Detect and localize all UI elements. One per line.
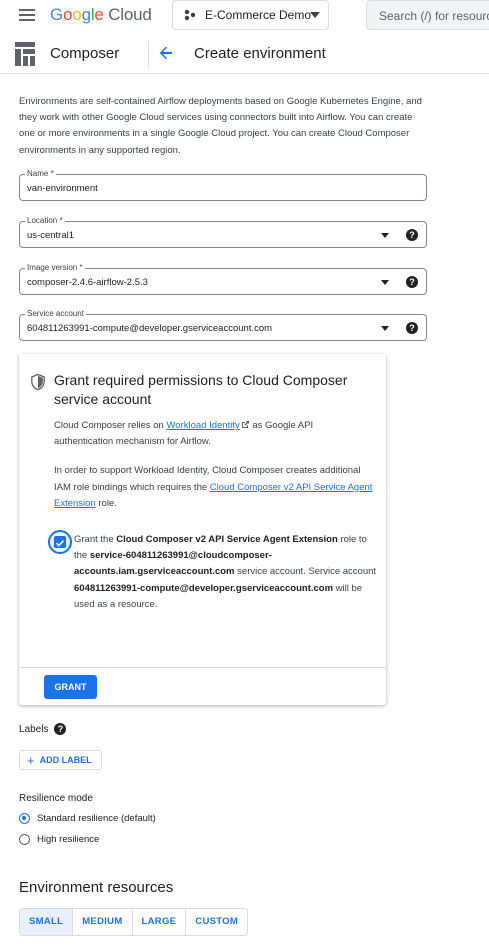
project-name: E-Commerce Demo [205,8,312,22]
resilience-heading: Resilience mode [19,793,93,804]
high-resilience-label[interactable]: High resilience [37,834,99,845]
location-select[interactable]: Location * us-central1 ? [19,216,427,248]
grant-button[interactable]: GRANT [44,675,97,699]
add-label-button[interactable]: + ADD LABEL [19,750,102,770]
service-account-select[interactable]: Service account 604811263991-compute@dev… [19,309,427,341]
external-link-icon [241,421,249,428]
size-large-button[interactable]: LARGE [133,909,187,935]
back-arrow-icon[interactable] [157,44,175,62]
name-label: Name * [25,169,56,179]
project-picker[interactable]: E-Commerce Demo [172,0,329,30]
image-version-value: composer-2.4.6-airflow-2.5.3 [27,277,148,288]
labels-heading: Labels ? [19,723,67,735]
service-account-value: 604811263991-compute@developer.gservicea… [27,323,273,334]
chevron-down-icon [310,12,320,18]
logo-google: Google [50,5,104,24]
dropdown-arrow-icon [381,280,389,285]
card-paragraph-2: In order to support Workload Identity, C… [54,463,374,513]
service-account-label: Service account [25,309,86,319]
help-icon[interactable]: ? [54,723,67,735]
search-input[interactable]: Search (/) for resources [366,0,489,30]
page-title: Create environment [194,45,326,62]
chk-text-1: Grant the [74,534,117,545]
grant-checkbox-label: Grant the Cloud Composer v2 API Service … [74,532,379,613]
help-icon[interactable]: ? [406,322,418,334]
top-bar: Google Cloud E-Commerce Demo Search (/) … [0,0,489,32]
location-label: Location * [25,216,65,226]
size-custom-button[interactable]: CUSTOM [186,909,247,935]
radio-high-resilience[interactable] [19,834,30,845]
check-icon [55,540,65,547]
shield-icon [31,374,45,390]
permissions-card: Grant required permissions to Cloud Comp… [19,354,386,705]
name-value: van-environment [27,183,98,194]
add-label-text: ADD LABEL [39,755,92,765]
radio-standard-resilience[interactable] [19,813,30,824]
name-field[interactable]: Name * van-environment [19,169,427,201]
logo-cloud: Cloud [108,5,152,24]
image-version-label: Image version * [25,263,85,273]
size-small-button[interactable]: SMALL [20,909,74,935]
header-divider [148,41,149,67]
composer-logo-icon [15,42,35,66]
help-icon[interactable]: ? [406,229,418,241]
google-cloud-logo[interactable]: Google Cloud [50,5,152,25]
resources-size-toggle: SMALL MEDIUM LARGE CUSTOM [19,908,249,936]
intro-text: Environments are self-contained Airflow … [19,96,422,156]
image-version-select[interactable]: Image version * composer-2.4.6-airflow-2… [19,263,427,295]
dropdown-arrow-icon [381,326,389,331]
project-icon [184,9,196,21]
location-value: us-central1 [27,230,74,241]
menu-icon[interactable] [19,9,35,21]
labels-title: Labels [19,723,49,735]
workload-identity-link[interactable]: Workload Identity [166,420,239,431]
size-medium-button[interactable]: MEDIUM [73,909,133,935]
dropdown-arrow-icon [381,233,389,238]
product-name: Composer [50,45,120,62]
plus-icon: + [27,752,35,768]
p2-text-after: role. [95,498,117,509]
p1-text: Cloud Composer relies on [54,420,167,431]
page-header: Composer Create environment [0,33,489,74]
chk-compute-account: 604811263991-compute@developer.gservicea… [74,582,334,594]
environment-resources-heading: Environment resources [19,879,174,896]
card-paragraph-1: Cloud Composer relies on Workload Identi… [54,418,374,450]
chk-text-5: service account. Service account [234,566,377,578]
card-divider [19,667,386,668]
chk-role: Cloud Composer v2 API Service Agent Exte… [116,534,338,545]
standard-resilience-label[interactable]: Standard resilience (default) [37,813,156,824]
card-title: Grant required permissions to Cloud Comp… [54,372,348,407]
help-icon[interactable]: ? [406,276,418,288]
grant-checkbox[interactable] [54,536,66,548]
